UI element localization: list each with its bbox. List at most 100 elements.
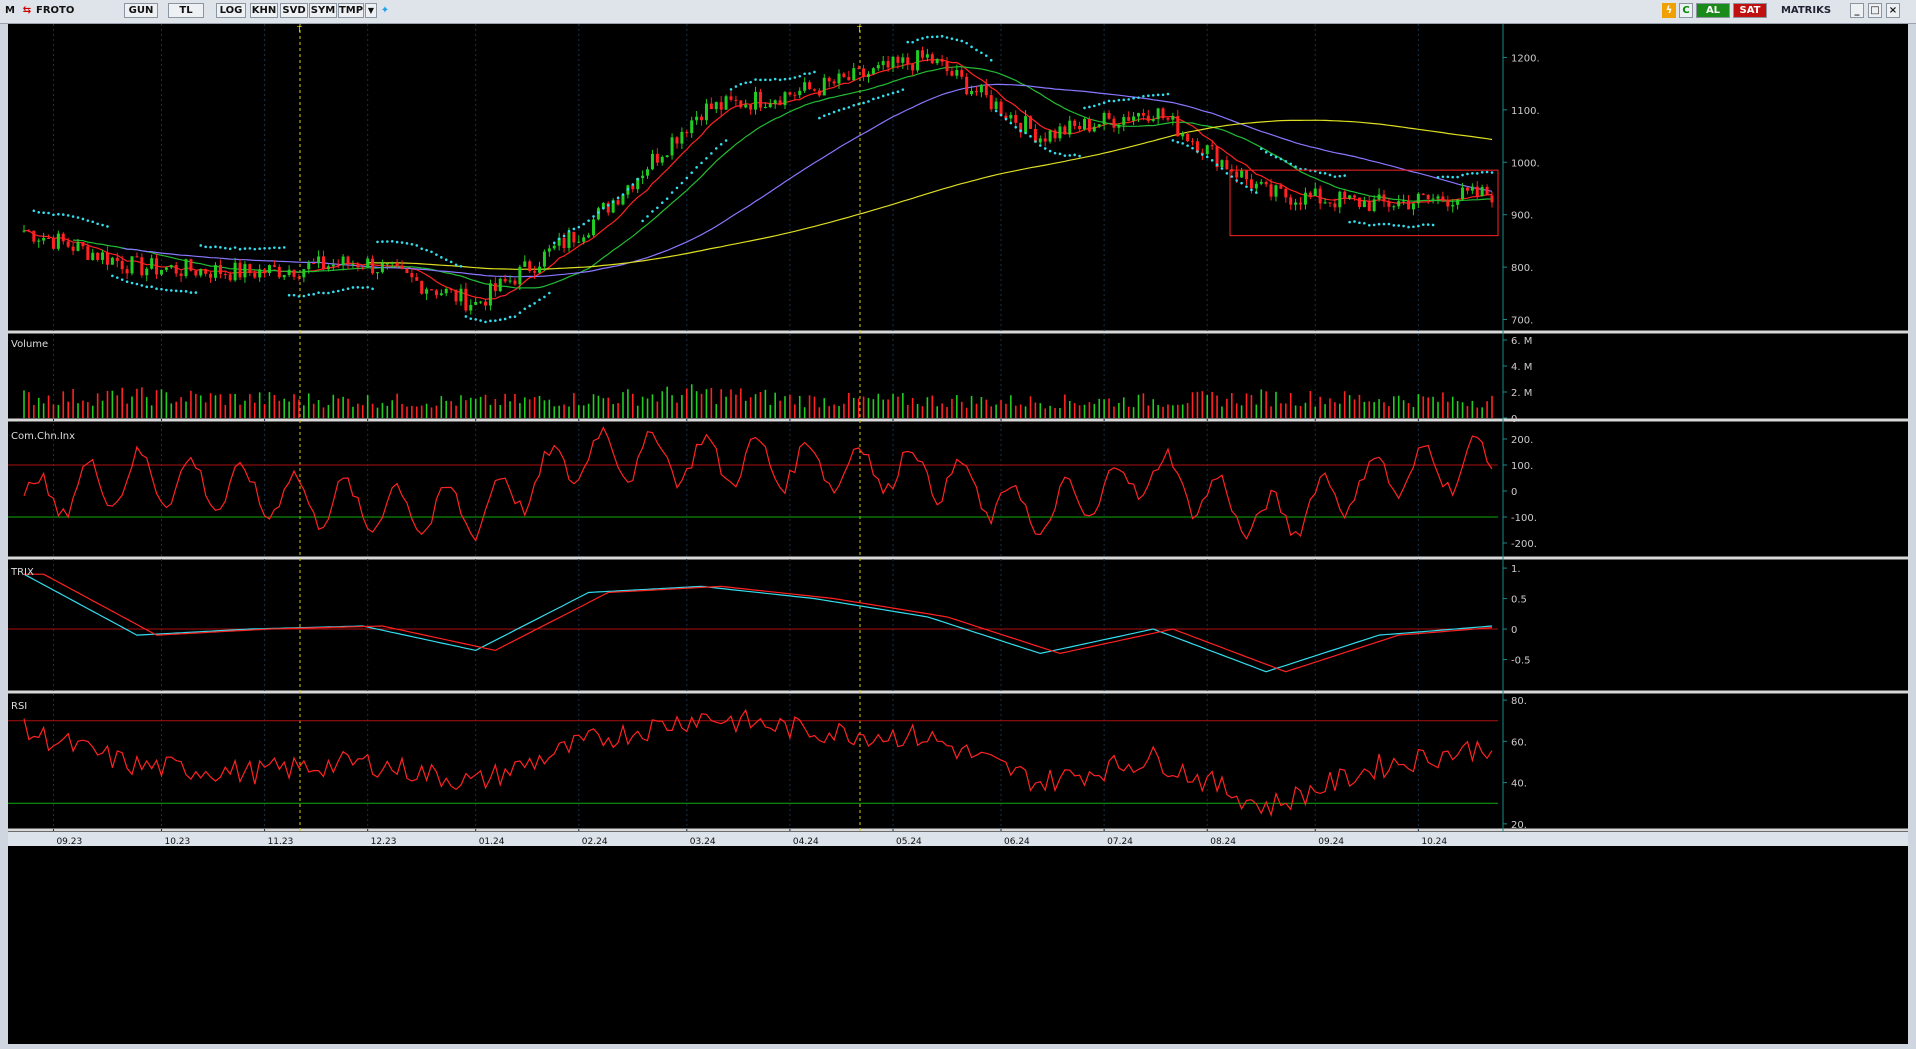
candle-body [1338,191,1342,208]
candle-body [425,289,429,294]
sar-dot [253,247,257,251]
close-button[interactable]: × [1886,3,1900,18]
sar-dot [115,276,119,279]
twitter-icon[interactable]: ✦ [378,3,392,18]
candle-body [1372,199,1376,212]
sar-dot [729,88,733,91]
cci-tick-label: -200. [1511,539,1537,550]
svd-button[interactable]: SVD [280,3,308,18]
candle-body [552,245,556,249]
sar-dot [1284,160,1288,163]
sar-dot [1186,144,1189,147]
t-marker-label: T [296,25,302,34]
m-menu-button[interactable]: M [4,3,16,18]
candle-body [223,274,227,276]
candle-body [248,264,252,273]
candle-body [410,273,414,278]
candle-body [395,262,399,266]
candle-body [547,248,551,252]
rsi-tick-label: 20. [1511,820,1527,831]
candle-body [194,270,198,276]
sar-dot [1078,154,1081,158]
c-button[interactable]: C [1679,3,1693,18]
candle-body [646,169,650,176]
sar-dot [233,246,237,249]
symbol-field[interactable]: FROTO [36,3,91,18]
candle-body [1254,183,1258,189]
candle-body [631,185,635,190]
candle-body [842,73,846,77]
candle-body [788,92,792,95]
sar-dot [189,291,193,294]
candle-body [1333,203,1337,208]
candle-body [1181,133,1185,137]
sar-dot [616,196,620,200]
log-button[interactable]: LOG [216,3,246,18]
candle-body [479,301,483,303]
chart-area[interactable]: 09.23 10.23 11.23 12.23 01.24 02.24 03.24 04.24… [8,24,1908,1044]
trix-tick-label: 0 [1511,625,1517,636]
sym-button[interactable]: SYM [309,3,337,18]
sar-dot [145,285,149,289]
sar-dot [1225,172,1229,175]
candle-body [1313,188,1317,196]
candle-body [321,256,325,270]
maximize-button[interactable]: □ [1868,3,1882,18]
rsi-tick-label: 60. [1511,737,1527,748]
candle-body [430,289,434,291]
period-button[interactable]: GUN [124,3,158,18]
sar-dot [808,72,811,75]
sar-dot [420,247,423,250]
candle-body [1357,197,1361,208]
sar-dot [1156,93,1160,97]
chart-svg[interactable]: 09.23 10.23 11.23 12.23 01.24 02.24 03.24 04.24… [8,24,1908,1044]
sar-dot [1093,104,1096,108]
candle-body [911,64,915,71]
sar-dot [292,293,296,297]
sar-dot [1421,223,1425,226]
sar-dot [744,81,748,85]
candle-body [886,61,890,68]
candle-body [405,268,409,274]
candle-body [361,267,365,269]
sar-dot [1004,117,1008,121]
date-label: 12.23 [371,837,397,847]
sar-dot [194,291,198,294]
tmp-button[interactable]: TMP [338,3,364,18]
sar-dot [361,286,365,289]
candle-body [1186,133,1190,142]
sar-dot [886,93,890,96]
sar-dot [999,113,1003,117]
candle-body [994,101,998,110]
buy-button[interactable]: AL [1696,3,1730,18]
candle-body [336,264,340,266]
sar-dot [1161,93,1165,97]
sar-dot [1019,129,1022,133]
candle-body [1240,170,1244,178]
candle-body [876,65,880,69]
sar-dot [1367,223,1371,227]
candle-body [380,263,384,273]
sar-dot [474,318,477,321]
currency-button[interactable]: TL [168,3,204,18]
lightning-icon[interactable]: ϟ [1662,3,1676,18]
sar-dot [1073,153,1076,157]
candle-body [1308,192,1312,196]
dropdown-arrow-icon[interactable]: ▼ [365,3,377,18]
sar-dot [184,290,188,293]
candle-body [228,274,232,281]
sar-dot [508,315,512,319]
candle-body [420,280,424,294]
sar-dot [798,74,802,78]
sar-dot [1387,222,1391,226]
sell-button[interactable]: SAT [1733,3,1767,18]
candle-body [675,137,679,144]
candle-body [22,230,26,232]
candle-body [263,269,267,274]
candle-body [758,91,762,108]
candle-body [1318,188,1322,204]
khn-button[interactable]: KHN [250,3,278,18]
sar-dot [287,293,291,297]
minimize-button[interactable]: _ [1850,3,1864,18]
candle-body [155,258,159,275]
